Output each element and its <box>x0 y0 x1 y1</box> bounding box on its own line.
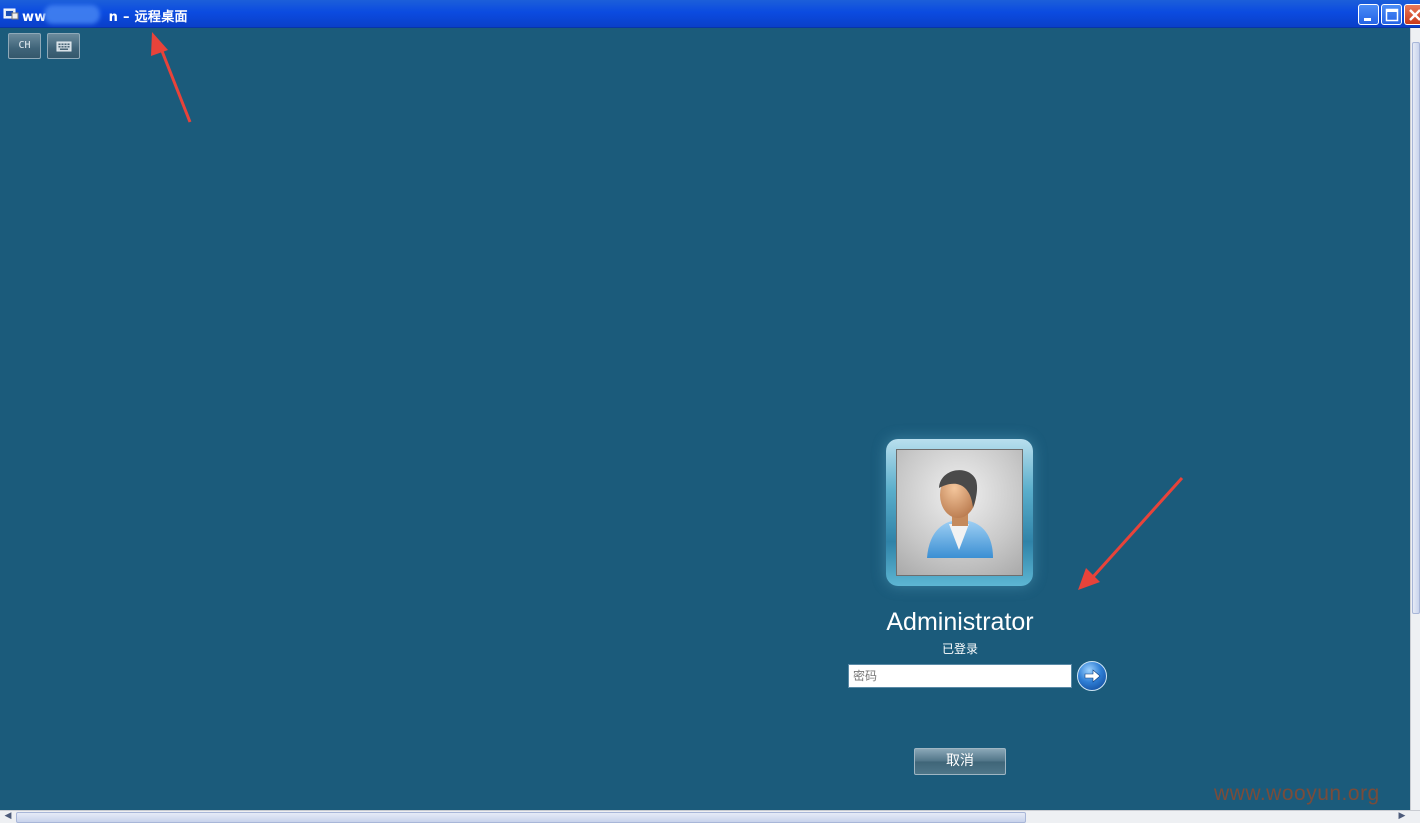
user-tile[interactable] <box>886 439 1033 586</box>
input-language-button[interactable]: CH <box>8 33 41 59</box>
user-silhouette-icon <box>927 470 993 558</box>
user-avatar <box>896 449 1023 576</box>
maximize-icon <box>1385 8 1399 22</box>
close-button[interactable] <box>1404 4 1420 25</box>
submit-login-button[interactable] <box>1077 661 1107 691</box>
horizontal-scroll-thumb[interactable] <box>16 812 1026 823</box>
password-field[interactable] <box>848 664 1072 688</box>
redacted-hostname <box>44 5 100 24</box>
minimize-icon <box>1364 18 1371 21</box>
arrow-right-icon <box>1084 669 1101 683</box>
vertical-scroll-thumb[interactable] <box>1412 42 1420 614</box>
remote-desktop-app-icon[interactable] <box>3 6 19 22</box>
user-status: 已登录 <box>941 642 978 656</box>
user-name: Administrator <box>886 608 1034 636</box>
keyboard-icon <box>56 41 72 52</box>
window-title-bar[interactable]: ww n – 远程桌面 <box>0 0 1420 28</box>
close-icon <box>1409 9 1420 21</box>
scroll-right-arrow-icon[interactable]: ▶ <box>1396 811 1408 822</box>
horizontal-scrollbar[interactable]: ◀ ▶ <box>0 810 1420 823</box>
cancel-button[interactable]: 取消 <box>914 748 1006 775</box>
vertical-scrollbar[interactable] <box>1410 28 1420 810</box>
maximize-button[interactable] <box>1381 4 1402 25</box>
scroll-left-arrow-icon[interactable]: ◀ <box>2 811 14 822</box>
remote-desktop-area[interactable] <box>0 28 1410 810</box>
minimize-button[interactable] <box>1358 4 1379 25</box>
watermark: www.wooyun.org <box>1214 782 1380 805</box>
on-screen-keyboard-button[interactable] <box>47 33 80 59</box>
